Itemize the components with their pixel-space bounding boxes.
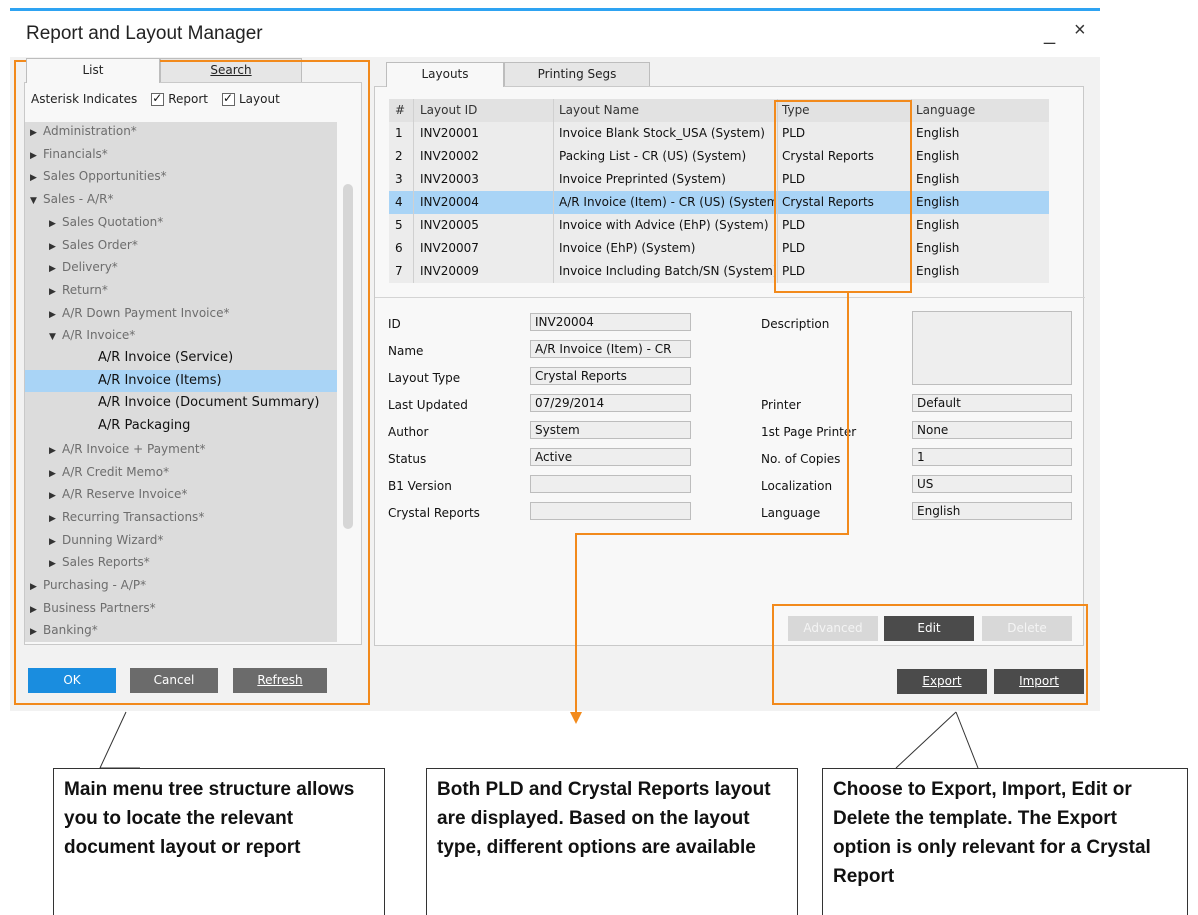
layout-id-cell: INV20007: [420, 241, 479, 255]
name-field[interactable]: A/R Invoice (Item) - CR: [530, 340, 691, 358]
first-page-printer-label: 1st Page Printer: [761, 425, 857, 439]
layout-id-cell: INV20009: [420, 264, 479, 278]
layout-name-cell: Invoice Preprinted (System): [559, 172, 726, 186]
row-number: 5: [395, 218, 403, 232]
callout-layout-types: Both PLD and Crystal Reports layout are …: [426, 768, 798, 915]
copies-field[interactable]: 1: [912, 448, 1072, 466]
language-cell: English: [916, 218, 960, 232]
last-updated-label: Last Updated: [388, 398, 468, 412]
layout-name-cell: Invoice Blank Stock_USA (System): [559, 126, 765, 140]
grid-row[interactable]: 2 INV20002 Packing List - CR (US) (System)…: [389, 145, 1049, 168]
layout-name-cell: Invoice (EhP) (System): [559, 241, 696, 255]
right-callout-pointer-b: [955, 711, 979, 769]
localization-field[interactable]: US: [912, 475, 1072, 493]
layout-id-cell: INV20002: [420, 149, 479, 163]
layout-id-cell: INV20004: [420, 195, 479, 209]
name-label: Name: [388, 344, 424, 358]
row-number: 3: [395, 172, 403, 186]
printer-label: Printer: [761, 398, 801, 412]
layout-name-cell: A/R Invoice (Item) - CR (US) (System): [559, 195, 775, 209]
type-column-highlight-box: [774, 100, 912, 293]
grid-row[interactable]: 4 INV20004 A/R Invoice (Item) - CR (US) (S…: [389, 191, 1049, 214]
language-cell: English: [916, 195, 960, 209]
id-label: ID: [388, 317, 401, 331]
description-label: Description: [761, 317, 830, 331]
layout-id-cell: INV20001: [420, 126, 479, 140]
layout-type-field[interactable]: Crystal Reports: [530, 367, 691, 385]
b1-version-label: B1 Version: [388, 479, 452, 493]
left-callout-pointer: [99, 711, 140, 769]
row-number: 7: [395, 264, 403, 278]
copies-label: No. of Copies: [761, 452, 841, 466]
grid-row[interactable]: 5 INV20005 Invoice with Advice (EhP) (Syst…: [389, 214, 1049, 237]
panel-divider: [375, 297, 1085, 298]
callout-menu-tree: Main menu tree structure allows you to l…: [53, 768, 385, 915]
layout-id-cell: INV20003: [420, 172, 479, 186]
language-cell: English: [916, 241, 960, 255]
author-label: Author: [388, 425, 429, 439]
author-field[interactable]: System: [530, 421, 691, 439]
last-updated-field[interactable]: 07/29/2014: [530, 394, 691, 412]
tab-printing-segs[interactable]: Printing Segs: [504, 62, 650, 86]
tab-list[interactable]: List: [26, 58, 160, 83]
language-label: Language: [761, 506, 821, 520]
layout-name-cell: Invoice Including Batch/SN (System): [559, 264, 775, 278]
language-cell: English: [916, 172, 960, 186]
grid-row[interactable]: 1 INV20001 Invoice Blank Stock_USA (System…: [389, 122, 1049, 145]
row-number: 6: [395, 241, 403, 255]
callout-actions: Choose to Export, Import, Edit or Delete…: [822, 768, 1188, 915]
tab-layouts[interactable]: Layouts: [386, 62, 504, 87]
language-field[interactable]: English: [912, 502, 1072, 520]
minimize-icon[interactable]: _: [1044, 23, 1055, 46]
grid-header-row: # Layout ID Layout Name Type Language: [389, 99, 1049, 122]
connector-arrowhead: [570, 712, 582, 724]
right-callout-pointer-a: [895, 711, 957, 769]
header-layout-name: Layout Name: [559, 103, 640, 117]
localization-label: Localization: [761, 479, 833, 493]
layout-name-cell: Packing List - CR (US) (System): [559, 149, 747, 163]
layout-name-cell: Invoice with Advice (EhP) (System): [559, 218, 769, 232]
crystal-reports-field[interactable]: [530, 502, 691, 520]
header-language: Language: [916, 103, 976, 117]
title-bar: Report and Layout Manager _ ×: [10, 11, 1100, 57]
grid-row[interactable]: 7 INV20009 Invoice Including Batch/SN (Sys…: [389, 260, 1049, 283]
printer-field[interactable]: Default: [912, 394, 1072, 412]
row-number: 4: [395, 195, 403, 209]
row-number: 1: [395, 126, 403, 140]
layout-type-label: Layout Type: [388, 371, 461, 385]
b1-version-field[interactable]: [530, 475, 691, 493]
close-icon[interactable]: ×: [1074, 19, 1086, 42]
status-label: Status: [388, 452, 427, 466]
header-number: #: [395, 103, 406, 117]
window-title: Report and Layout Manager: [26, 23, 263, 44]
tree-highlight-box: [14, 60, 370, 705]
layout-id-cell: INV20005: [420, 218, 479, 232]
language-cell: English: [916, 264, 960, 278]
first-page-printer-field[interactable]: None: [912, 421, 1072, 439]
id-field[interactable]: INV20004: [530, 313, 691, 331]
description-field[interactable]: [912, 311, 1072, 385]
buttons-highlight-box: [772, 604, 1088, 705]
language-cell: English: [916, 126, 960, 140]
right-panel: # Layout ID Layout Name Type Language 1 I…: [374, 86, 1085, 646]
language-cell: English: [916, 149, 960, 163]
crystal-reports-label: Crystal Reports: [388, 506, 480, 520]
header-layout-id: Layout ID: [420, 103, 478, 117]
row-number: 2: [395, 149, 403, 163]
grid-row[interactable]: 3 INV20003 Invoice Preprinted (System) PLD E…: [389, 168, 1049, 191]
grid-row[interactable]: 6 INV20007 Invoice (EhP) (System) PLD Englis…: [389, 237, 1049, 260]
status-field[interactable]: Active: [530, 448, 691, 466]
